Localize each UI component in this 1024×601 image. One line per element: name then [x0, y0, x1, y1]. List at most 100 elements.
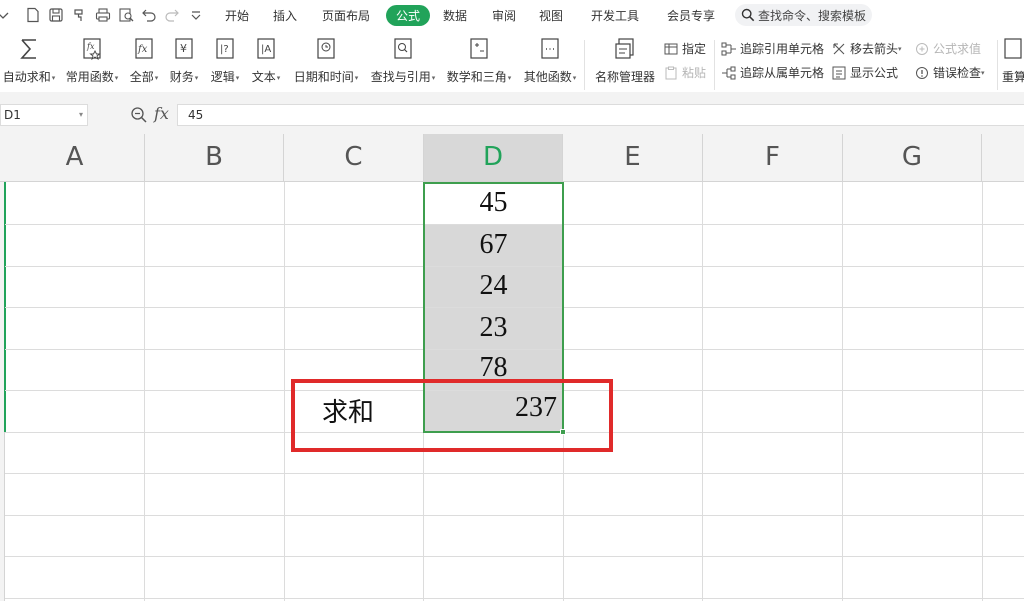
column-gridline [702, 182, 703, 601]
insert-function-icon[interactable]: fx [154, 104, 169, 123]
ribbon-separator [714, 40, 715, 90]
autosum-button[interactable]: 自动求和▾ [0, 36, 58, 85]
column-header-c[interactable]: C [284, 134, 424, 181]
search-icon [741, 8, 755, 22]
print-icon[interactable] [94, 6, 112, 24]
finance-button[interactable]: ¥ 财务▾ [166, 36, 202, 85]
question-book-icon: |? [206, 36, 244, 62]
name-box-value: D1 [4, 108, 21, 122]
show-formulas-icon [831, 65, 847, 81]
save-icon[interactable] [47, 6, 65, 24]
paste-button[interactable]: 粘贴 [663, 64, 706, 81]
name-manager-button[interactable]: 名称管理器 [592, 36, 658, 85]
recalc-label: 重算 [1002, 70, 1024, 84]
column-gridline [144, 182, 145, 601]
tab-home[interactable]: 开始 [225, 7, 249, 24]
assign-label: 指定 [682, 42, 707, 56]
tab-formulas[interactable]: 公式 [386, 5, 431, 26]
lookup-button[interactable]: 查找与引用▾ [367, 36, 439, 85]
collapse-chevron-icon[interactable] [0, 6, 12, 24]
trace-dependents-icon [721, 65, 737, 81]
tab-review[interactable]: 审阅 [492, 7, 516, 24]
name-box-dropdown-icon[interactable]: ▾ [79, 105, 83, 125]
all-functions-button[interactable]: fx 全部▾ [126, 36, 162, 85]
row-gridline [5, 556, 1024, 557]
formula-input[interactable]: 45 [177, 104, 1024, 126]
column-header-b[interactable]: B [145, 134, 284, 181]
formula-input-value: 45 [188, 108, 204, 122]
fx-star-icon: fx [62, 36, 122, 62]
row-gridline [5, 598, 1024, 599]
remove-arrows-label: 移去箭头 [850, 42, 899, 56]
ribbon-toolbar: 自动求和▾ fx 常用函数▾ fx 全部▾ ¥ 财务▾ |? 逻辑▾ |A 文本… [0, 32, 1024, 92]
row-gridline [5, 473, 1024, 474]
error-check-icon [914, 65, 930, 81]
tab-view[interactable]: 视图 [539, 7, 563, 24]
formula-bar: D1 ▾ fx 45 [0, 92, 1024, 134]
column-gridline [982, 182, 983, 601]
print-preview-icon[interactable] [117, 6, 135, 24]
undo-icon[interactable] [140, 6, 158, 24]
datetime-label: 日期和时间 [293, 70, 354, 84]
common-functions-label: 常用函数 [65, 70, 114, 84]
tab-developer[interactable]: 开发工具 [591, 7, 639, 24]
paste-label: 粘贴 [682, 66, 707, 80]
command-search[interactable]: 查找命令、搜索模板 [735, 4, 872, 26]
other-functions-button[interactable]: 其他函数▾ [520, 36, 580, 85]
recalc-button[interactable]: 重算 [1002, 36, 1024, 85]
assign-button[interactable]: 指定 [663, 40, 706, 57]
fx-icon: fx [126, 36, 162, 62]
column-headers: A B C D E F G [0, 134, 1024, 182]
clock-book-icon [290, 36, 362, 62]
evaluate-formula-icon [914, 41, 930, 57]
svg-text:¥: ¥ [180, 42, 187, 55]
text-book-icon: |A [248, 36, 284, 62]
column-header-g[interactable]: G [843, 134, 982, 181]
ribbon-separator [997, 40, 998, 90]
trace-precedents-button[interactable]: 追踪引用单元格 [721, 40, 824, 57]
common-functions-button[interactable]: fx 常用函数▾ [62, 36, 122, 85]
tab-page-layout[interactable]: 页面布局 [322, 7, 370, 24]
trace-dependents-button[interactable]: 追踪从属单元格 [721, 64, 824, 81]
error-check-button[interactable]: 错误检查 ▾ [914, 64, 985, 81]
logic-button[interactable]: |? 逻辑▾ [206, 36, 244, 85]
format-painter-icon[interactable] [71, 6, 89, 24]
recalc-icon [1002, 36, 1024, 62]
dots-book-icon [520, 36, 580, 62]
search-book-icon [367, 36, 439, 62]
datetime-button[interactable]: 日期和时间▾ [290, 36, 362, 85]
column-header-a[interactable]: A [5, 134, 145, 181]
column-gridline [284, 182, 285, 601]
paste-icon [663, 65, 679, 81]
svg-text:fx: fx [137, 44, 148, 55]
remove-arrows-button[interactable]: 移去箭头 ▾ [831, 40, 902, 57]
trace-precedents-icon [721, 41, 737, 57]
column-header-f[interactable]: F [703, 134, 843, 181]
finance-label: 财务 [169, 70, 194, 84]
error-check-label: 错误检查 [933, 66, 982, 80]
logic-label: 逻辑 [210, 70, 235, 84]
math-label: 数学和三角 [446, 70, 507, 84]
tab-data[interactable]: 数据 [443, 7, 467, 24]
column-header-d[interactable]: D [424, 134, 563, 181]
evaluate-formula-button[interactable]: 公式求值 [914, 40, 981, 57]
text-button[interactable]: |A 文本▾ [248, 36, 284, 85]
tab-member[interactable]: 会员专享 [667, 7, 715, 24]
yen-book-icon: ¥ [166, 36, 202, 62]
show-formulas-label: 显示公式 [850, 66, 899, 80]
svg-text:|?: |? [220, 44, 229, 55]
name-box[interactable]: D1 ▾ [0, 104, 88, 126]
show-formulas-button[interactable]: 显示公式 [831, 64, 898, 81]
column-gridline [842, 182, 843, 601]
lookup-label: 查找与引用 [370, 70, 431, 84]
column-header-e[interactable]: E [563, 134, 703, 181]
redo-icon[interactable] [163, 6, 181, 24]
svg-text:fx: fx [86, 42, 95, 51]
math-button[interactable]: 数学和三角▾ [443, 36, 515, 85]
more-dropdown-icon[interactable] [187, 6, 205, 24]
new-file-icon[interactable] [24, 6, 42, 24]
tab-insert[interactable]: 插入 [273, 7, 297, 24]
zoom-formula-icon[interactable] [130, 106, 148, 124]
search-placeholder: 查找命令、搜索模板 [758, 8, 867, 23]
table-grid-icon [663, 41, 679, 57]
